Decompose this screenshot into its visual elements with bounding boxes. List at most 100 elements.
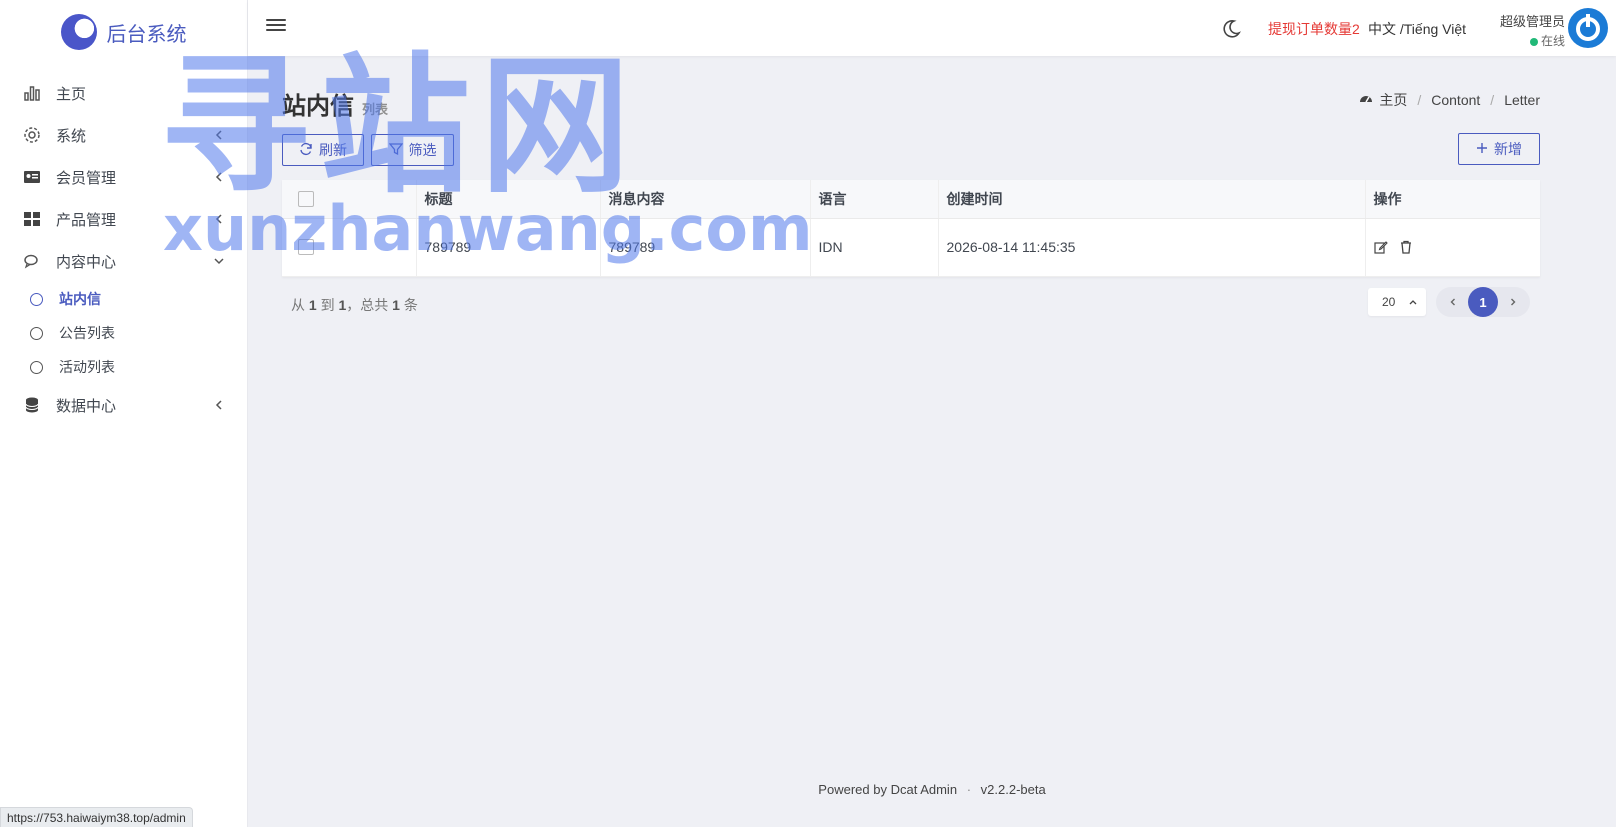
select-all-checkbox[interactable] <box>298 190 314 207</box>
filter-button[interactable]: 筛选 <box>371 134 454 166</box>
prev-page-icon[interactable] <box>1446 295 1460 309</box>
summary-total: 1 <box>392 297 400 313</box>
sidebar-item-products[interactable]: 产品管理 <box>0 198 247 240</box>
sidebar-menu: 主页 系统 会员管理 产品管理 内容中心 站内信 公告列表 活动列表 数据中心 <box>0 72 247 426</box>
chevron-up-icon <box>1408 296 1418 310</box>
cell-created-at: 2026-08-14 11:45:35 <box>937 218 1365 277</box>
summary-from-label: 从 <box>291 297 305 313</box>
table-row: 789789 789789 IDN 2026-08-14 11:45:35 <box>282 218 1540 277</box>
add-new-button[interactable]: 新增 <box>1458 133 1540 165</box>
user-name: 超级管理员 <box>1499 14 1565 29</box>
refresh-icon <box>299 142 313 159</box>
browser-status-url: https://753.haiwaiym38.top/admin <box>0 807 193 827</box>
sidebar-item-data[interactable]: 数据中心 <box>0 384 247 426</box>
pagination: 1 <box>1436 287 1530 317</box>
select-all-cell <box>282 180 416 219</box>
user-status: 在线 <box>1485 32 1565 49</box>
cell-title: 789789 <box>415 218 600 277</box>
per-page-select[interactable]: 20 <box>1368 288 1426 316</box>
plus-icon <box>1476 141 1488 157</box>
data-table: 标题 消息内容 语言 创建时间 操作 789789 789789 IDN 202… <box>282 180 1540 277</box>
breadcrumb-separator: / <box>1417 92 1422 108</box>
sidebar-item-system[interactable]: 系统 <box>0 114 247 156</box>
chevron-left-icon <box>211 397 227 413</box>
cell-language: IDN <box>809 218 938 277</box>
summary-to-label: 到 <box>320 297 335 313</box>
row-select-cell <box>282 218 416 277</box>
sidebar-item-label: 会员管理 <box>56 169 117 187</box>
grid-icon <box>22 209 42 229</box>
sidebar-subitem-label: 活动列表 <box>59 359 115 375</box>
col-actions: 操作 <box>1364 180 1540 219</box>
circle-icon <box>30 292 43 306</box>
circle-icon <box>30 326 43 340</box>
next-page-icon[interactable] <box>1506 295 1520 309</box>
user-status-label: 在线 <box>1540 34 1565 48</box>
menu-toggle-icon[interactable] <box>266 16 286 36</box>
trash-icon[interactable] <box>1399 240 1415 256</box>
footer-version: v2.2.2-beta <box>980 782 1046 797</box>
chevron-left-icon <box>211 169 227 185</box>
user-info[interactable]: 超级管理员 在线 <box>1485 11 1565 49</box>
edit-icon[interactable] <box>1373 240 1390 256</box>
topbar: 提现订单数量2 中文 /Tiếng Việt 超级管理员 在线 <box>248 0 1616 56</box>
dashboard-icon <box>1359 92 1373 109</box>
breadcrumb-content[interactable]: Contont <box>1431 92 1480 108</box>
brand[interactable]: 后台系统 <box>0 0 247 64</box>
page-title: 站内信 列表 <box>282 86 388 121</box>
footer-powered: Powered by <box>818 782 887 797</box>
circle-icon <box>30 360 43 374</box>
footer-separator: · <box>966 782 972 797</box>
sidebar-item-label: 产品管理 <box>56 211 117 229</box>
withdraw-order-notice[interactable]: 提现订单数量2 <box>1268 19 1360 39</box>
sidebar-item-members[interactable]: 会员管理 <box>0 156 247 198</box>
summary-from: 1 <box>308 297 317 313</box>
chevron-down-icon <box>211 253 227 269</box>
breadcrumb-separator: / <box>1490 92 1495 108</box>
col-content[interactable]: 消息内容 <box>599 180 810 219</box>
chevron-left-icon <box>211 127 227 143</box>
col-language[interactable]: 语言 <box>809 180 938 219</box>
col-title[interactable]: 标题 <box>415 180 600 219</box>
cell-actions <box>1364 218 1540 277</box>
sidebar-item-content[interactable]: 内容中心 <box>0 240 247 282</box>
footer-product-link[interactable]: Dcat Admin <box>891 782 957 797</box>
per-page-value: 20 <box>1382 295 1396 309</box>
id-card-icon <box>22 167 42 187</box>
sidebar-subitem-letter[interactable]: 站内信 <box>0 282 247 316</box>
breadcrumb-home[interactable]: 主页 <box>1379 90 1407 110</box>
breadcrumb-current: Letter <box>1504 92 1540 108</box>
sidebar-item-home[interactable]: 主页 <box>0 72 247 114</box>
sidebar-item-label: 系统 <box>56 127 87 145</box>
dark-mode-icon[interactable] <box>1220 18 1242 40</box>
pagination-summary: 从 1 到 1，总共 1 条 <box>291 295 418 315</box>
page-subtitle: 列表 <box>362 102 389 117</box>
chat-icon <box>22 251 42 271</box>
avatar[interactable] <box>1568 8 1608 48</box>
brand-logo <box>60 14 97 50</box>
chevron-left-icon <box>211 211 227 227</box>
language-switcher[interactable]: 中文 /Tiếng Việt <box>1368 19 1466 39</box>
gear-icon <box>22 125 42 145</box>
sidebar: 后台系统 主页 系统 会员管理 产品管理 内容中心 站内信 公告列表 活动列表 … <box>0 0 248 827</box>
online-dot-icon <box>1529 37 1538 46</box>
sidebar-item-label: 内容中心 <box>56 253 117 271</box>
page-title-text: 站内信 <box>282 93 354 120</box>
bar-chart-icon <box>22 83 42 103</box>
filter-icon <box>388 142 403 159</box>
page-number[interactable]: 1 <box>1468 287 1498 317</box>
sidebar-subitem-label: 公告列表 <box>59 325 115 341</box>
col-created-at[interactable]: 创建时间 <box>937 180 1365 219</box>
summary-total-label: ，总共 <box>346 297 389 313</box>
row-checkbox[interactable] <box>298 239 314 255</box>
summary-unit: 条 <box>403 297 418 313</box>
refresh-label: 刷新 <box>319 142 347 158</box>
refresh-button[interactable]: 刷新 <box>282 134 364 166</box>
add-new-label: 新增 <box>1494 141 1522 157</box>
sidebar-subitem-notices[interactable]: 公告列表 <box>0 316 247 350</box>
database-icon <box>22 395 42 415</box>
sidebar-subitem-activities[interactable]: 活动列表 <box>0 350 247 384</box>
table-header-row: 标题 消息内容 语言 创建时间 操作 <box>282 180 1540 219</box>
brand-title: 后台系统 <box>106 23 187 46</box>
filter-label: 筛选 <box>408 142 437 158</box>
